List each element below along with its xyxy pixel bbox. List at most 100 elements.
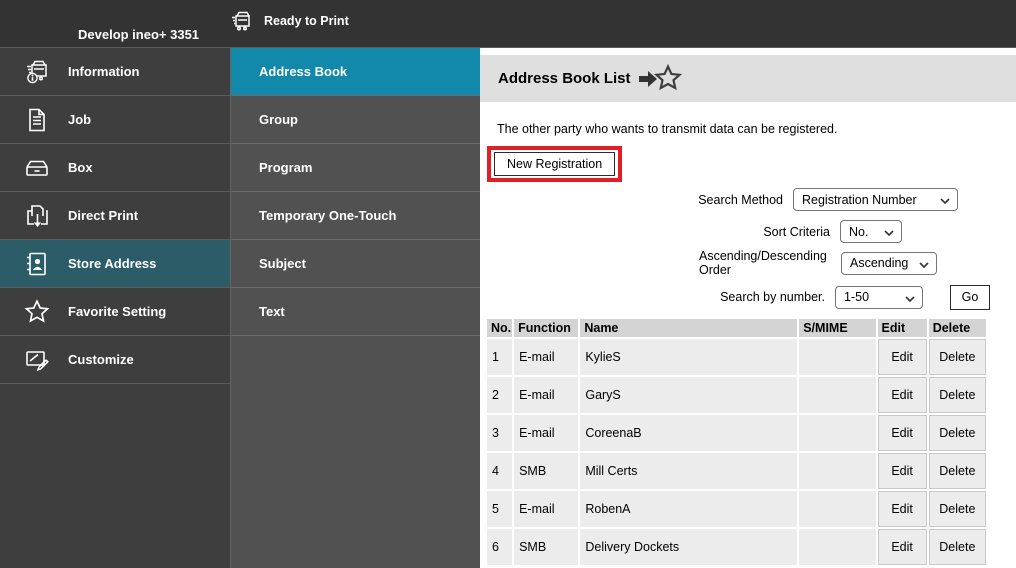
cell-function: E-mail (514, 338, 579, 375)
cell-smime (799, 414, 876, 451)
cell-smime (799, 490, 876, 527)
cell-name: Delivery Dockets (580, 528, 798, 565)
col-name: Name (580, 318, 798, 337)
sidebar-item-favorite-setting[interactable]: Favorite Setting (0, 288, 230, 336)
edit-button[interactable]: Edit (877, 376, 927, 413)
customize-icon (26, 350, 49, 371)
sidebar-item-direct-print[interactable]: Direct Print (0, 192, 230, 240)
cell-name: RobenA (580, 490, 798, 527)
page-title-band: Address Book List (480, 55, 1016, 102)
cell-function: E-mail (514, 490, 579, 527)
submenu-item-label: Group (259, 112, 298, 127)
address-book-icon (27, 252, 46, 275)
box-tray-icon (26, 160, 48, 176)
search-method-select[interactable]: Registration Number (793, 188, 958, 211)
search-by-number-row: Search by number. 1-50 Go (480, 284, 1016, 310)
sidebar-item-customize[interactable]: Customize (0, 336, 230, 384)
sidebar-item-label: Favorite Setting (68, 304, 167, 319)
cell-no: 1 (487, 338, 513, 375)
chevron-down-icon (940, 198, 950, 204)
sidebar-item-label: Information (68, 64, 140, 79)
sidebar-item-job[interactable]: Job (0, 96, 230, 144)
edit-button[interactable]: Edit (877, 528, 927, 565)
direct-print-icon (27, 204, 48, 227)
chevron-down-icon (884, 230, 894, 236)
order-label: Ascending/Descending Order (699, 249, 827, 278)
search-by-number-label: Search by number. (720, 290, 825, 305)
submenu-item-label: Text (259, 304, 285, 319)
submenu-item-address-book[interactable]: Address Book (231, 48, 480, 96)
search-by-number-select[interactable]: 1-50 (835, 285, 923, 309)
cell-no: 3 (487, 414, 513, 451)
table-row: 2 E-mail GaryS Edit Delete (487, 376, 986, 413)
table-row: 1 E-mail KylieS Edit Delete (487, 338, 986, 375)
cell-smime (799, 528, 876, 565)
table-header-row: No. Function Name S/MIME Edit Delete (487, 318, 986, 337)
order-row: Ascending/Descending Order Ascending (480, 249, 1016, 278)
delete-button[interactable]: Delete (928, 376, 986, 413)
cell-function: E-mail (514, 376, 579, 413)
go-button[interactable]: Go (950, 284, 990, 310)
cell-name: CoreenaB (580, 414, 798, 451)
new-registration-button[interactable]: New Registration (494, 152, 616, 176)
document-icon (29, 108, 45, 131)
table-row: 6 SMB Delivery Dockets Edit Delete (487, 528, 986, 565)
submenu-item-label: Program (259, 160, 313, 175)
submenu-item-group[interactable]: Group (231, 96, 480, 144)
col-delete: Delete (928, 318, 986, 337)
submenu-item-label: Address Book (259, 64, 348, 79)
sidebar-item-label: Box (68, 160, 93, 175)
submenu-item-text[interactable]: Text (231, 288, 480, 336)
sidebar-item-store-address[interactable]: Store Address (0, 240, 230, 288)
top-bar: Develop ineo+ 3351 Ready to Print (0, 0, 1016, 48)
sidebar-item-label: Store Address (68, 256, 157, 271)
cell-name: KylieS (580, 338, 798, 375)
address-book-table: No. Function Name S/MIME Edit Delete 1 E… (485, 317, 988, 567)
annotation-highlight-box: New Registration (487, 146, 623, 182)
sort-criteria-select[interactable]: No. (840, 220, 902, 243)
status-text: Ready to Print (264, 14, 349, 28)
printer-icon (232, 11, 250, 31)
sort-criteria-label: Sort Criteria (763, 224, 830, 239)
edit-button[interactable]: Edit (877, 414, 927, 451)
sidebar-item-label: Job (68, 112, 92, 127)
delete-button[interactable]: Delete (928, 490, 986, 527)
cell-smime (799, 452, 876, 489)
sidebar-item-box[interactable]: Box (0, 144, 230, 192)
col-no: No. (487, 318, 513, 337)
edit-button[interactable]: Edit (877, 490, 927, 527)
submenu-item-program[interactable]: Program (231, 144, 480, 192)
arrow-star-icon (638, 63, 682, 90)
chevron-down-icon (905, 296, 915, 302)
edit-button[interactable]: Edit (877, 452, 927, 489)
sidebar-item-label: Customize (68, 352, 134, 367)
order-select[interactable]: Ascending (841, 251, 937, 275)
submenu-item-label: Temporary One-Touch (259, 208, 397, 223)
submenu-item-subject[interactable]: Subject (231, 240, 480, 288)
submenu-item-temporary-one-touch[interactable]: Temporary One-Touch (231, 192, 480, 240)
star-icon (24, 298, 50, 323)
sidebar-item-information[interactable]: Information (0, 48, 230, 96)
delete-button[interactable]: Delete (928, 528, 986, 565)
delete-button[interactable]: Delete (928, 338, 986, 375)
cell-smime (799, 376, 876, 413)
device-name: Develop ineo+ 3351 (78, 27, 200, 42)
cell-no: 6 (487, 528, 513, 565)
cell-smime (799, 338, 876, 375)
printer-status: Ready to Print (228, 8, 349, 34)
search-method-label: Search Method (698, 192, 783, 207)
delete-button[interactable]: Delete (928, 414, 986, 451)
cell-function: SMB (514, 528, 579, 565)
table-row: 4 SMB Mill Certs Edit Delete (487, 452, 986, 489)
delete-button[interactable]: Delete (928, 452, 986, 489)
cell-function: SMB (514, 452, 579, 489)
cell-function: E-mail (514, 414, 579, 451)
col-function: Function (514, 318, 579, 337)
printer-web-ui: Develop ineo+ 3351 Ready to Print Inform… (0, 0, 1016, 568)
cell-no: 4 (487, 452, 513, 489)
edit-button[interactable]: Edit (877, 338, 927, 375)
store-address-submenu: Address Book Group Program Temporary One… (230, 48, 480, 568)
search-method-row: Search Method Registration Number (480, 188, 1016, 211)
cell-no: 2 (487, 376, 513, 413)
primary-sidebar: Information Job Box Direct Print Store A… (0, 48, 230, 568)
